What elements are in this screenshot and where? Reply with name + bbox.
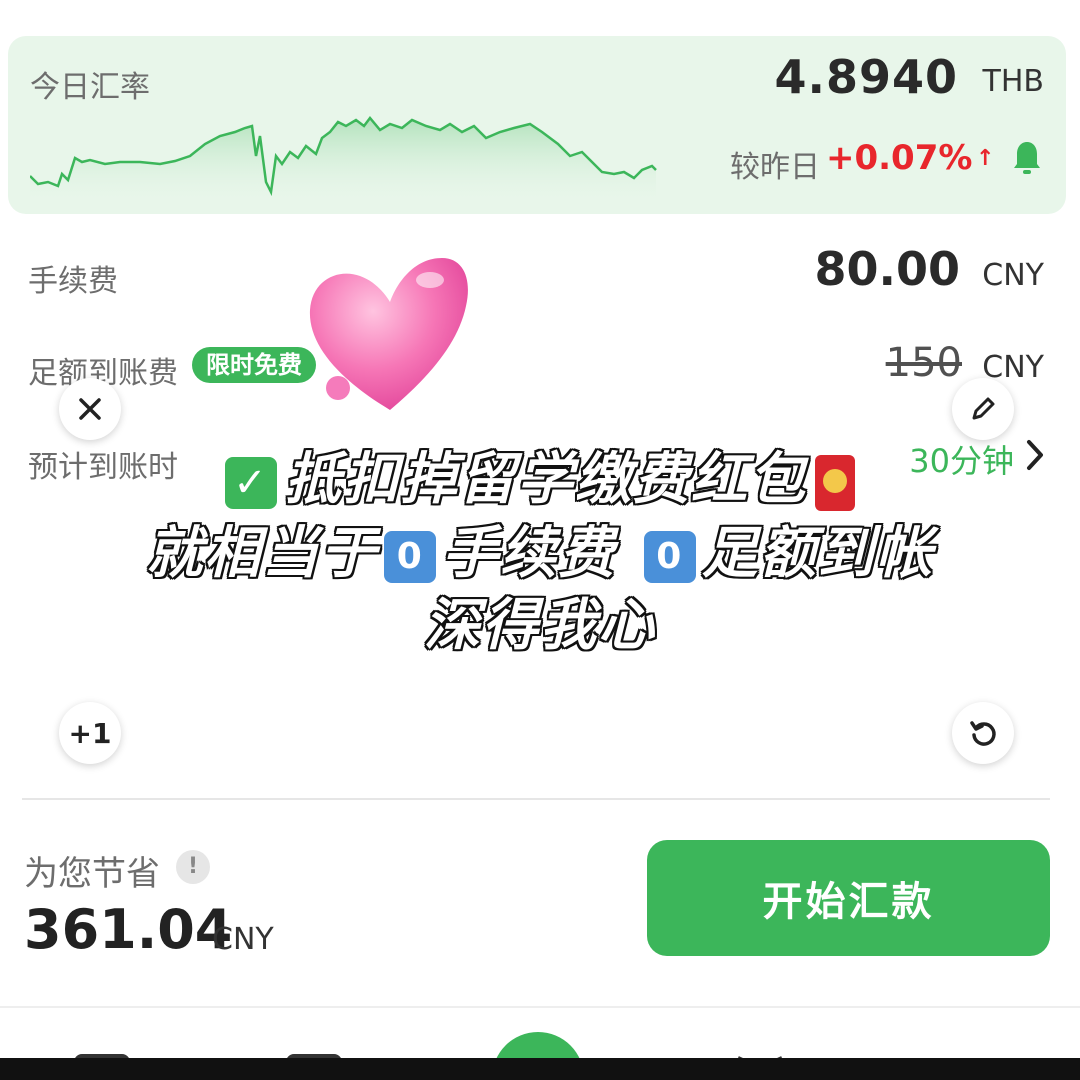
caption-text-2c: 足额到帐 (701, 521, 934, 586)
zero-icon: 0 (643, 530, 696, 583)
caption-text-2a: 就相当于 (146, 521, 379, 586)
plus-one-button[interactable]: +1 (59, 702, 121, 764)
undo-icon (970, 721, 996, 746)
original-fee: 150 (885, 340, 962, 386)
free-badge: 限时免费 (192, 347, 316, 383)
fee-label: 手续费 (28, 264, 118, 299)
edit-button[interactable] (952, 378, 1014, 440)
caption-text-1: 抵扣掉留学缴费红包 (285, 447, 807, 512)
savings-currency: CNY (212, 922, 274, 957)
change-label: 较昨日 (730, 150, 820, 185)
rate-label: 今日汇率 (30, 70, 150, 105)
caption-line-1: ✓ 抵扣掉留学缴费红包 (0, 434, 1080, 515)
check-icon: ✓ (225, 456, 277, 509)
undo-button[interactable] (952, 702, 1014, 764)
plus-one-label: +1 (68, 716, 112, 750)
start-transfer-button[interactable]: 开始汇款 (647, 840, 1050, 956)
change-value: +0.07% (826, 138, 973, 178)
fee-currency: CNY (982, 258, 1044, 293)
red-envelope-icon (815, 454, 855, 511)
close-button[interactable] (59, 378, 121, 440)
exchange-rate-card[interactable]: 今日汇率 4.8940 THB 较昨日 +0.07% ↑ (8, 36, 1066, 214)
heart-sticker (309, 258, 468, 410)
caption-text-2b: 手续费 (442, 521, 617, 586)
arrow-up-icon: ↑ (976, 146, 995, 171)
close-icon (79, 398, 101, 420)
rate-value: 4.8940 (774, 50, 958, 104)
section-divider (22, 798, 1050, 800)
zero-icon: 0 (384, 530, 437, 583)
rate-sparkline (30, 116, 657, 206)
fee-value: 80.00 (814, 242, 960, 296)
savings-label: 为您节省 (24, 854, 160, 894)
caption-line-3: 深得我心 (0, 580, 1080, 661)
bottom-strip (0, 1058, 1080, 1080)
info-icon[interactable]: ! (176, 850, 210, 884)
caption-line-2: 就相当于 0 手续费 0 足额到帐 (0, 508, 1080, 589)
bell-icon[interactable] (1012, 140, 1042, 176)
rate-currency: THB (982, 64, 1044, 99)
caption-text-3: 深得我心 (424, 593, 656, 658)
savings-amount: 361.04 (24, 898, 233, 961)
pencil-icon (972, 397, 995, 420)
